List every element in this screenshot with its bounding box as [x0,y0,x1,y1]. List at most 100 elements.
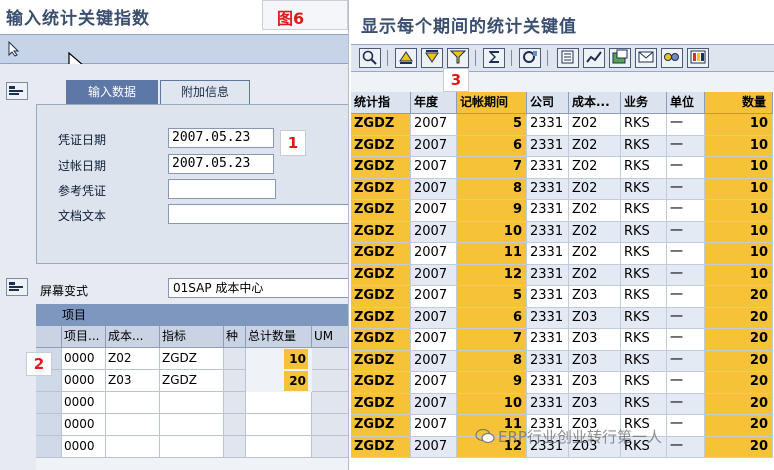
table-cell-qty[interactable]: 20 [705,286,773,308]
table-cell-cost[interactable]: Z02 [569,157,621,179]
table-cell-company[interactable]: 2331 [527,393,569,415]
table-cell-year[interactable]: 2007 [411,350,457,372]
table-cell-cost[interactable]: Z02 [569,178,621,200]
graphic-button[interactable] [583,48,605,68]
table-cell-qty[interactable]: 10 [705,114,773,136]
table-cell-company[interactable]: 2331 [527,307,569,329]
table-cell-year[interactable]: 2007 [411,114,457,136]
items-item-cell[interactable]: 0000 [62,392,106,414]
col-header-quantity[interactable]: 数量 [705,92,773,114]
table-cell-cost[interactable]: Z02 [569,243,621,265]
table-cell-qty[interactable]: 10 [705,264,773,286]
table-cell-qty[interactable]: 10 [705,178,773,200]
items-type-cell[interactable] [224,348,246,370]
table-cell-qty[interactable]: 20 [705,372,773,394]
table-cell-period[interactable]: 6 [457,135,527,157]
export-button[interactable] [557,48,579,68]
table-cell-year[interactable]: 2007 [411,393,457,415]
table-cell-unit[interactable]: 一 [667,178,705,200]
local-file-button[interactable] [609,48,631,68]
items-cost-cell[interactable] [106,392,160,414]
table-cell-company[interactable]: 2331 [527,286,569,308]
total-button[interactable] [483,48,505,68]
table-cell-qty[interactable]: 10 [705,221,773,243]
table-cell-year[interactable]: 2007 [411,264,457,286]
table-cell-cost[interactable]: Z02 [569,264,621,286]
table-cell-company[interactable]: 2331 [527,350,569,372]
table-cell-unit[interactable]: 一 [667,329,705,351]
table-cell-indicator[interactable]: ZGDZ [351,393,411,415]
table-cell-company[interactable]: 2331 [527,178,569,200]
table-cell-indicator[interactable]: ZGDZ [351,372,411,394]
table-cell-business[interactable]: RKS [621,350,667,372]
table-cell-company[interactable]: 2331 [527,221,569,243]
table-cell-period[interactable]: 10 [457,221,527,243]
table-cell-qty[interactable]: 10 [705,243,773,265]
table-cell-unit[interactable]: 一 [667,264,705,286]
tab-additional-info[interactable]: 附加信息 [160,80,250,104]
col-header-company[interactable]: 公司 [527,92,569,114]
table-cell-cost[interactable]: Z02 [569,114,621,136]
table-cell-year[interactable]: 2007 [411,415,457,437]
row-select-cell[interactable] [36,436,62,458]
mail-button[interactable] [635,48,657,68]
table-cell-business[interactable]: RKS [621,157,667,179]
display-button[interactable] [519,48,541,68]
items-qty-cell[interactable] [246,436,312,458]
table-cell-unit[interactable]: 一 [667,415,705,437]
table-cell-cost[interactable]: Z03 [569,372,621,394]
layout-button[interactable] [687,48,709,68]
table-cell-year[interactable]: 2007 [411,329,457,351]
table-cell-unit[interactable]: 一 [667,200,705,222]
expand-header-button[interactable] [6,82,28,100]
table-cell-unit[interactable]: 一 [667,135,705,157]
table-cell-period[interactable]: 6 [457,307,527,329]
table-cell-company[interactable]: 2331 [527,264,569,286]
table-cell-period[interactable]: 8 [457,178,527,200]
items-um-cell[interactable] [312,436,350,458]
table-cell-indicator[interactable]: ZGDZ [351,135,411,157]
table-cell-company[interactable]: 2331 [527,157,569,179]
row-select-cell[interactable] [36,414,62,436]
table-cell-indicator[interactable]: ZGDZ [351,286,411,308]
table-cell-year[interactable]: 2007 [411,200,457,222]
table-cell-business[interactable]: RKS [621,135,667,157]
items-indicator-cell[interactable] [160,392,224,414]
table-cell-year[interactable]: 2007 [411,135,457,157]
table-cell-indicator[interactable]: ZGDZ [351,307,411,329]
screen-variant-button[interactable] [6,278,28,296]
items-indicator-cell[interactable]: ZGDZ [160,370,224,392]
table-cell-indicator[interactable]: ZGDZ [351,243,411,265]
table-cell-year[interactable]: 2007 [411,286,457,308]
table-cell-unit[interactable]: 一 [667,350,705,372]
table-cell-indicator[interactable]: ZGDZ [351,415,411,437]
items-qty-cell[interactable] [246,414,312,436]
table-cell-qty[interactable]: 20 [705,415,773,437]
table-cell-period[interactable]: 7 [457,157,527,179]
table-cell-unit[interactable]: 一 [667,221,705,243]
items-cost-cell[interactable] [106,414,160,436]
table-cell-indicator[interactable]: ZGDZ [351,264,411,286]
table-cell-business[interactable]: RKS [621,372,667,394]
table-cell-period[interactable]: 9 [457,200,527,222]
table-cell-indicator[interactable]: ZGDZ [351,436,411,458]
screen-variant-field[interactable]: 01SAP 成本中心 [168,278,350,298]
table-cell-cost[interactable]: Z02 [569,200,621,222]
table-cell-cost[interactable]: Z02 [569,221,621,243]
col-header-indicator[interactable]: 统计指 [351,92,411,114]
table-cell-qty[interactable]: 20 [705,329,773,351]
document-date-field[interactable]: 2007.05.23 [168,128,274,148]
table-cell-business[interactable]: RKS [621,200,667,222]
items-indicator-cell[interactable]: ZGDZ [160,348,224,370]
items-um-cell[interactable] [312,348,350,370]
table-cell-business[interactable]: RKS [621,329,667,351]
items-type-cell[interactable] [224,392,246,414]
table-cell-period[interactable]: 7 [457,329,527,351]
table-cell-cost[interactable]: Z03 [569,286,621,308]
items-qty-cell[interactable]: 10 [246,348,312,370]
table-cell-qty[interactable]: 20 [705,436,773,458]
set-filter-button[interactable] [447,48,469,68]
items-cost-cell[interactable]: Z03 [106,370,160,392]
table-cell-year[interactable]: 2007 [411,178,457,200]
table-cell-business[interactable]: RKS [621,114,667,136]
